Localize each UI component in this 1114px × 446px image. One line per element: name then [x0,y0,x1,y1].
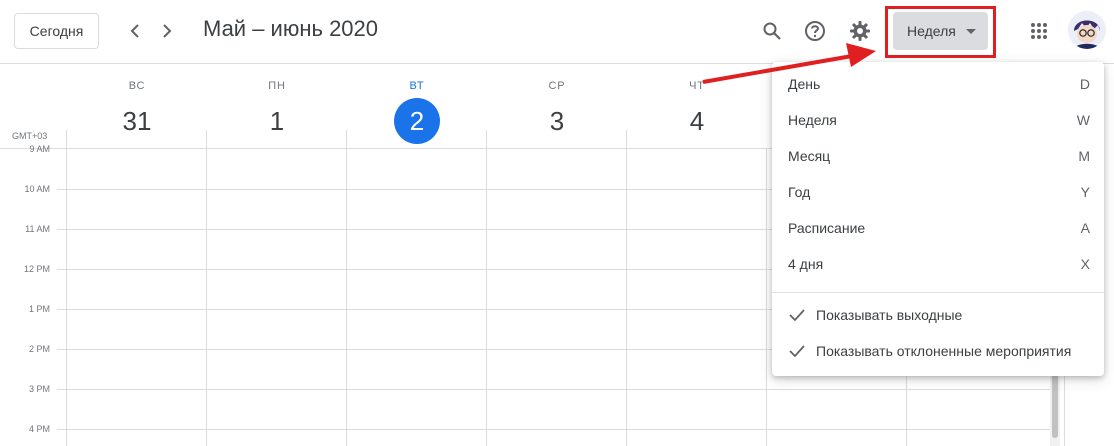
search-icon[interactable] [756,15,788,47]
menu-item-day[interactable]: День D [772,66,1104,102]
menu-toggle-label: Показывать отклоненные мероприятия [816,343,1072,359]
menu-toggle-show-declined[interactable]: Показывать отклоненные мероприятия [772,333,1104,369]
avatar[interactable] [1068,11,1106,49]
menu-divider [772,292,1104,293]
day-header-sunday[interactable]: ВС 31 [67,64,207,148]
time-label: 4 PM [28,424,50,434]
menu-item-label: День [788,76,821,92]
menu-item-year[interactable]: Год Y [772,174,1104,210]
menu-item-shortcut: X [1080,256,1090,272]
day-header-monday[interactable]: ПН 1 [207,64,347,148]
checkmark-icon [789,309,805,322]
menu-item-week[interactable]: Неделя W [772,102,1104,138]
menu-toggle-show-weekends[interactable]: Показывать выходные [772,297,1104,333]
day-of-week: ВТ [409,80,425,92]
menu-item-label: Месяц [788,148,831,164]
today-button[interactable]: Сегодня [14,13,99,49]
apps-icon[interactable] [1023,15,1055,47]
gear-icon[interactable] [844,15,876,47]
day-header-tuesday[interactable]: ВТ 2 [347,64,487,148]
help-icon[interactable] [799,15,831,47]
menu-item-label: 4 дня [788,256,824,272]
column-divider [486,149,487,446]
day-of-week: ЧТ [689,80,705,92]
menu-item-label: Год [788,184,811,200]
day-number[interactable]: 31 [114,98,160,144]
day-number[interactable]: 1 [254,98,300,144]
time-label: 1 PM [28,304,50,314]
column-divider [346,149,347,446]
menu-item-schedule[interactable]: Расписание A [772,210,1104,246]
column-divider [626,149,627,446]
time-label: 9 AM [29,144,50,154]
column-divider [206,130,207,148]
hour-line [57,389,1050,390]
chevron-right-icon[interactable] [152,16,182,46]
checkmark-icon [789,345,805,358]
column-divider [486,130,487,148]
date-range-title: Май – июнь 2020 [203,16,379,41]
column-divider [66,130,67,148]
day-header-wednesday[interactable]: СР 3 [487,64,627,148]
menu-item-shortcut: D [1079,76,1090,92]
column-divider [626,130,627,148]
day-of-week: ПН [268,80,286,92]
time-label: 2 PM [28,344,50,354]
day-of-week: ВС [128,80,146,92]
menu-item-shortcut: W [1076,112,1090,128]
menu-item-shortcut: M [1078,148,1090,164]
day-header-thursday[interactable]: ЧТ 4 [627,64,767,148]
top-bar: Сегодня Май – июнь 2020 Неделя [0,0,1114,64]
column-divider [66,149,67,446]
column-divider [206,149,207,446]
menu-item-label: Расписание [788,220,866,236]
day-of-week: СР [548,80,566,92]
time-label: 3 PM [28,384,50,394]
hour-line [57,429,1050,430]
menu-item-shortcut: A [1080,220,1090,236]
time-label: 11 AM [25,224,50,234]
timezone-label: GMT+03 [12,131,48,141]
chevron-left-icon[interactable] [120,16,150,46]
time-label: 12 PM [23,264,50,274]
menu-item-label: Неделя [788,112,837,128]
view-dropdown-menu: День D Неделя W Месяц M Год Y Расписание… [772,62,1104,376]
today-day-number[interactable]: 2 [394,98,440,144]
column-divider [766,149,767,446]
day-number[interactable]: 3 [534,98,580,144]
column-divider [346,130,347,148]
time-label: 10 AM [24,184,50,194]
menu-item-month[interactable]: Месяц M [772,138,1104,174]
day-number[interactable]: 4 [674,98,720,144]
menu-item-shortcut: Y [1080,184,1090,200]
menu-item-4-days[interactable]: 4 дня X [772,246,1104,282]
menu-toggle-label: Показывать выходные [816,307,963,323]
highlight-box [885,6,996,58]
